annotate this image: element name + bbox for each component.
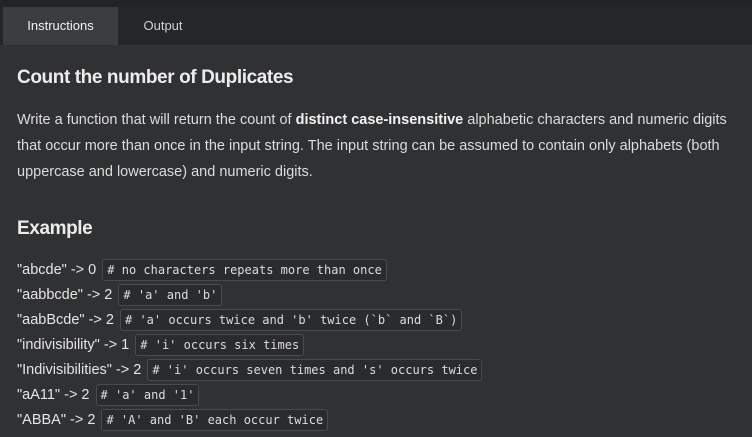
tab-bar-top-strip (0, 0, 752, 7)
tab-bar: Instructions Output (0, 0, 752, 45)
example-line: "ABBA" -> 2 # 'A' and 'B' each occur twi… (17, 409, 329, 432)
example-comment-code: # 'a' and 'b' (118, 284, 223, 307)
example-input: "aA11" -> 2 (17, 387, 90, 403)
example-line: "indivisibility" -> 1 # 'i' occurs six t… (17, 334, 305, 357)
example-input: "indivisibility" -> 1 (17, 337, 130, 353)
kata-title: Count the number of Duplicates (17, 67, 294, 88)
example-line: "aabbcde" -> 2 # 'a' and 'b' (17, 284, 223, 307)
example-line: "aabBcde" -> 2 # 'a' occurs twice and 'b… (17, 309, 463, 332)
example-input: "Indivisibilities" -> 2 (17, 362, 142, 378)
example-comment-code: # 'a' occurs twice and 'b' twice (`b` an… (120, 309, 463, 332)
kata-description: Write a function that will return the co… (17, 107, 739, 185)
description-text-start: Write a function that will return the co… (17, 112, 296, 128)
example-input: "aabBcde" -> 2 (17, 312, 114, 328)
example-comment-code: # 'A' and 'B' each occur twice (101, 409, 329, 432)
example-line: "aA11" -> 2 # 'a' and '1' (17, 384, 200, 407)
example-line: "abcde" -> 0 # no characters repeats mor… (17, 259, 387, 282)
example-comment-code: # no characters repeats more than once (102, 259, 387, 282)
example-comment-code: # 'i' occurs seven times and 's' occurs … (147, 359, 483, 382)
example-comment-code: # 'a' and '1' (95, 384, 200, 407)
example-line: "Indivisibilities" -> 2 # 'i' occurs sev… (17, 359, 483, 382)
description-bold-text: distinct case-insensitive (295, 112, 464, 128)
example-input: "abcde" -> 0 (17, 262, 97, 278)
example-input: "ABBA" -> 2 (17, 412, 96, 428)
example-heading: Example (17, 218, 93, 239)
tab-output[interactable]: Output (122, 7, 204, 45)
tab-instructions[interactable]: Instructions (3, 7, 118, 45)
kata-instructions-panel: Instructions Output Count the number of … (0, 0, 752, 437)
example-comment-code: # 'i' occurs six times (135, 334, 305, 357)
example-input: "aabbcde" -> 2 (17, 287, 113, 303)
